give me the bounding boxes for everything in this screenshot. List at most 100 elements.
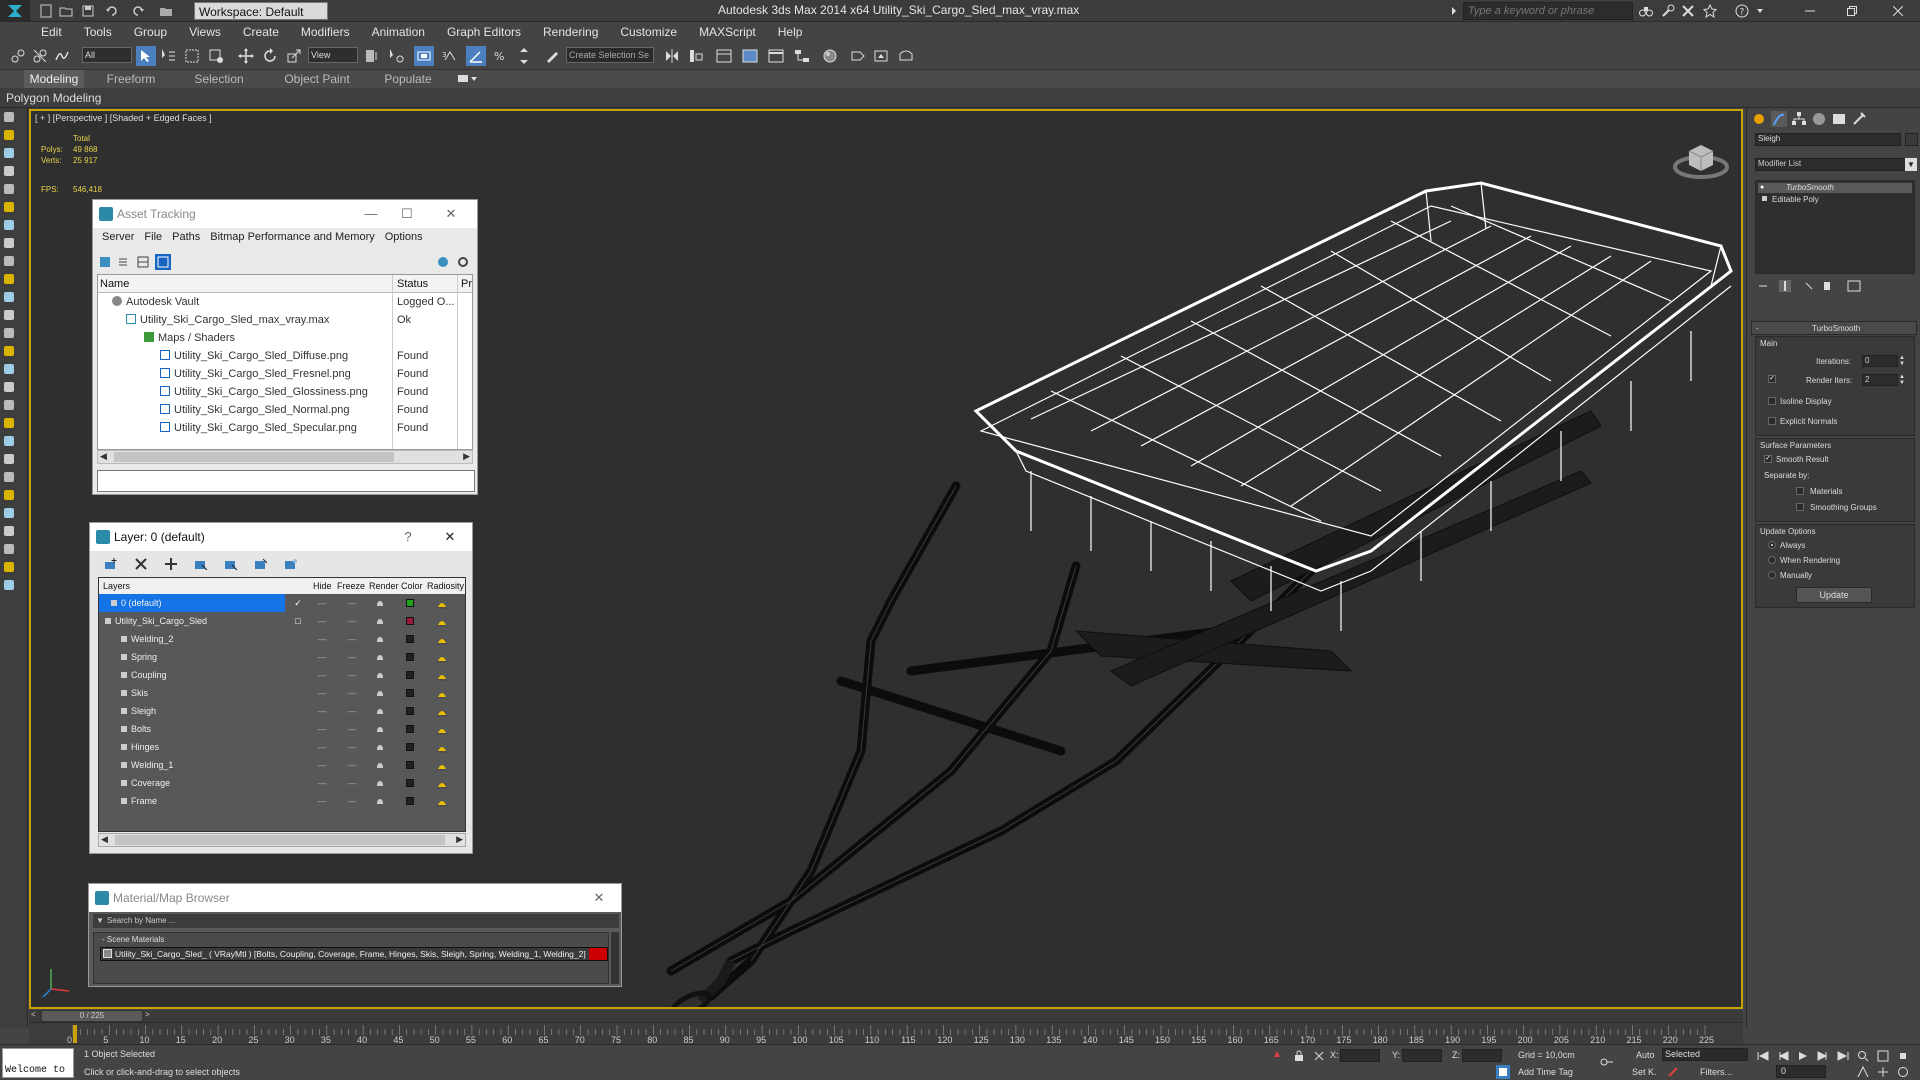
lock-selection-icon[interactable] <box>1292 1049 1306 1063</box>
layer-row[interactable]: 0 (default) ✓ — — <box>99 594 465 612</box>
layer-color-swatch[interactable] <box>397 774 423 792</box>
menu-animation[interactable]: Animation <box>361 22 436 42</box>
layer-titlebar[interactable]: Layer: 0 (default) ? ✕ <box>90 523 472 551</box>
hide-toggle[interactable]: — <box>309 774 335 792</box>
asset-tracking-window[interactable]: Asset Tracking — ☐ ✕ Server File Paths B… <box>92 199 478 495</box>
keyboard-shortcut-override-icon[interactable] <box>414 46 434 66</box>
maxscript-listener[interactable]: Welcome to <box>2 1048 74 1078</box>
layer-color-swatch[interactable] <box>397 630 423 648</box>
render-icon[interactable] <box>0 558 18 576</box>
modifier-icon[interactable] <box>0 396 18 414</box>
horizontal-scrollbar[interactable]: ◀ ▶ <box>97 450 473 464</box>
table-row[interactable]: Utility_Ski_Cargo_Sled_Diffuse.png Found <box>98 347 472 365</box>
menu-customize[interactable]: Customize <box>609 22 688 42</box>
hide-all-icon[interactable] <box>254 557 268 571</box>
layer-row[interactable]: Coupling — — <box>99 666 465 684</box>
add-to-layer-icon[interactable] <box>164 557 178 571</box>
previous-key-icon[interactable] <box>1776 1049 1790 1063</box>
select-and-scale-icon[interactable] <box>284 46 304 66</box>
zoom-all-icon[interactable] <box>1876 1049 1890 1063</box>
auto-key-button[interactable]: Auto <box>1636 1050 1655 1060</box>
hide-toggle[interactable]: — <box>309 702 335 720</box>
smoothing-groups-checkbox[interactable] <box>1796 503 1804 511</box>
modify-tab-icon[interactable] <box>1771 111 1787 127</box>
radiosity-icon[interactable] <box>429 720 455 738</box>
layer-color-swatch[interactable] <box>397 648 423 666</box>
orbit-icon[interactable] <box>1896 1065 1910 1079</box>
hide-toggle[interactable]: — <box>309 738 335 756</box>
layer-row[interactable]: Sleigh — — <box>99 702 465 720</box>
layer-color-swatch[interactable] <box>397 738 423 756</box>
go-to-end-icon[interactable] <box>1836 1049 1850 1063</box>
close-button[interactable]: ✕ <box>437 200 465 228</box>
table-row[interactable]: Utility_Ski_Cargo_Sled_Normal.png Found <box>98 401 472 419</box>
material-editor-icon[interactable] <box>820 46 840 66</box>
material-browser-titlebar[interactable]: Material/Map Browser ✕ <box>89 884 621 912</box>
zoom-icon[interactable] <box>1856 1049 1870 1063</box>
render-teapot-icon[interactable] <box>367 738 393 756</box>
table-row[interactable]: Autodesk Vault Logged O... <box>98 293 472 311</box>
layer-row[interactable]: Bolts — — <box>99 720 465 738</box>
snaps-toggle-icon[interactable]: 3 <box>440 46 460 66</box>
hide-toggle[interactable]: — <box>309 792 335 810</box>
menu-options[interactable]: Options <box>380 231 428 243</box>
table-row[interactable]: Utility_Ski_Cargo_Sled_Fresnel.png Found <box>98 365 472 383</box>
configure-sets-icon[interactable] <box>1847 280 1861 292</box>
column-layers[interactable]: Layers <box>103 578 130 594</box>
render-teapot-icon[interactable] <box>367 684 393 702</box>
freeze-toggle[interactable]: — <box>339 684 365 702</box>
layer-name[interactable]: Coverage <box>99 774 285 792</box>
teapot-icon[interactable] <box>0 252 18 270</box>
communication-center-icon[interactable] <box>1660 3 1676 19</box>
isolate-selection-icon[interactable] <box>1270 1049 1284 1063</box>
scrollbar-thumb[interactable] <box>114 452 394 462</box>
tools-x-icon[interactable] <box>1680 3 1696 19</box>
utilities-tab-icon[interactable] <box>1851 111 1867 127</box>
cone-icon[interactable] <box>0 306 18 324</box>
undo-icon[interactable] <box>104 3 120 19</box>
layer-name[interactable]: 0 (default) <box>99 594 285 612</box>
menu-rendering[interactable]: Rendering <box>532 22 609 42</box>
scroll-left-icon[interactable]: ◀ <box>100 451 107 462</box>
layer-name[interactable]: Sleigh <box>99 702 285 720</box>
menu-paths[interactable]: Paths <box>167 231 205 243</box>
sphere-icon[interactable] <box>0 270 18 288</box>
light-icon[interactable] <box>0 180 18 198</box>
key-filters-button[interactable]: Filters... <box>1700 1067 1732 1077</box>
hide-toggle[interactable]: — <box>309 630 335 648</box>
column-freeze[interactable]: Freeze <box>337 578 365 594</box>
current-layer-box-icon[interactable]: □ <box>285 612 311 630</box>
menu-edit[interactable]: Edit <box>30 22 73 42</box>
search-dropdown-icon[interactable]: ▼ <box>96 914 104 928</box>
layer-row[interactable]: Utility_Ski_Cargo_Sled □ — — <box>99 612 465 630</box>
z-coordinate-field[interactable] <box>1462 1049 1502 1062</box>
update-button[interactable]: Update <box>1796 587 1872 603</box>
asset-path-field[interactable] <box>97 470 475 492</box>
column-hide[interactable]: Hide <box>313 578 332 594</box>
layer-manager-window[interactable]: Layer: 0 (default) ? ✕ Layers Hide Freez… <box>89 522 473 854</box>
pivot-center-icon[interactable] <box>362 46 382 66</box>
hide-toggle[interactable]: — <box>309 756 335 774</box>
bone-icon[interactable] <box>0 486 18 504</box>
render-teapot-icon[interactable] <box>367 720 393 738</box>
modifier-list-dropdown[interactable]: Modifier List <box>1755 158 1913 171</box>
close-button[interactable] <box>1880 0 1916 22</box>
layer-row[interactable]: Welding_1 — — <box>99 756 465 774</box>
horizontal-scrollbar[interactable]: ◀ ▶ <box>98 833 466 847</box>
freeze-toggle[interactable]: — <box>339 756 365 774</box>
project-folder-icon[interactable] <box>158 3 174 19</box>
spinner-arrows-icon[interactable]: ▲ ▼ <box>1899 355 1905 367</box>
layer-color-swatch[interactable] <box>397 612 423 630</box>
freeze-toggle[interactable]: — <box>339 738 365 756</box>
help-icon[interactable]: ? <box>1734 3 1750 19</box>
layer-name[interactable]: Utility_Ski_Cargo_Sled <box>99 612 285 630</box>
chevron-down-icon[interactable] <box>316 2 328 20</box>
render-teapot-icon[interactable] <box>367 594 393 612</box>
tab-selection[interactable]: Selection <box>186 70 252 88</box>
layer-color-swatch[interactable] <box>397 684 423 702</box>
material-item[interactable]: Utility_Ski_Cargo_Sled_ ( VRayMtl ) [Bol… <box>100 947 608 961</box>
target-icon[interactable] <box>0 360 18 378</box>
track-bar[interactable]: 0 5 10 15 20 25 30 35 40 45 50 55 60 65 70 75 80 85 90 95 10… <box>29 1022 1743 1045</box>
absolute-mode-icon[interactable] <box>1312 1049 1326 1063</box>
time-tag-icon[interactable] <box>1496 1065 1510 1079</box>
